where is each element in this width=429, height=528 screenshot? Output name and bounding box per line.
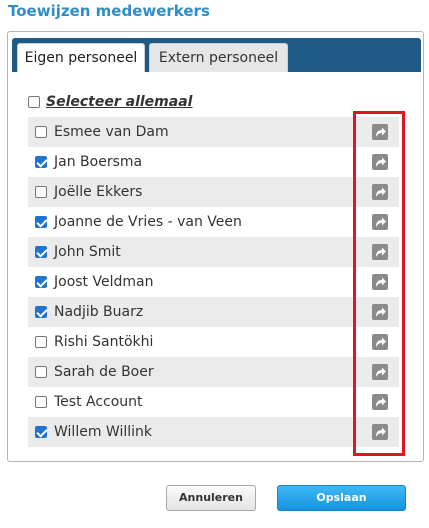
cancel-button[interactable]: Annuleren	[166, 485, 256, 511]
employee-row[interactable]: Esmee van Dam	[28, 117, 399, 147]
share-arrow-icon[interactable]	[372, 274, 388, 290]
employee-name: Joost Veldman	[54, 274, 154, 290]
employee-name: Test Account	[54, 394, 143, 410]
employee-name: Jan Boersma	[54, 154, 143, 170]
share-arrow-icon[interactable]	[372, 364, 388, 380]
employee-name: Esmee van Dam	[54, 124, 169, 140]
select-all-label[interactable]: Selecteer allemaal	[46, 94, 192, 110]
tab-bar: Eigen personeel Extern personeel	[12, 38, 421, 72]
tab-own-staff[interactable]: Eigen personeel	[17, 43, 145, 72]
share-arrow-icon[interactable]	[372, 394, 388, 410]
share-arrow-icon[interactable]	[372, 214, 388, 230]
tab-external-staff[interactable]: Extern personeel	[149, 43, 288, 72]
employee-checkbox[interactable]	[35, 156, 47, 168]
share-arrow-icon[interactable]	[372, 244, 388, 260]
employee-checkbox[interactable]	[35, 126, 47, 138]
employee-checkbox[interactable]	[35, 216, 47, 228]
share-arrow-icon[interactable]	[372, 304, 388, 320]
employee-checkbox[interactable]	[35, 366, 47, 378]
save-button[interactable]: Opslaan	[277, 485, 406, 511]
employee-row[interactable]: Test Account	[28, 387, 399, 417]
employee-name: Rishi Santökhi	[54, 334, 154, 350]
share-arrow-icon[interactable]	[372, 154, 388, 170]
employee-row[interactable]: Willem Willink	[28, 417, 399, 447]
employee-checkbox[interactable]	[35, 186, 47, 198]
employee-checkbox[interactable]	[35, 276, 47, 288]
employee-name: Willem Willink	[54, 424, 152, 440]
share-arrow-icon[interactable]	[372, 424, 388, 440]
employee-checkbox[interactable]	[35, 246, 47, 258]
share-arrow-icon[interactable]	[372, 334, 388, 350]
employee-checkbox[interactable]	[35, 336, 47, 348]
employee-row[interactable]: Joëlle Ekkers	[28, 177, 399, 207]
employee-row[interactable]: Jan Boersma	[28, 147, 399, 177]
employee-row[interactable]: Sarah de Boer	[28, 357, 399, 387]
share-arrow-icon[interactable]	[372, 184, 388, 200]
dialog-title: Toewijzen medewerkers	[8, 2, 210, 20]
employee-name: Nadjib Buarz	[54, 304, 144, 320]
employee-checkbox[interactable]	[35, 426, 47, 438]
assign-employees-dialog: Toewijzen medewerkers Eigen personeel Ex…	[0, 0, 429, 528]
employee-row[interactable]: Joanne de Vries - van Veen	[28, 207, 399, 237]
employee-name: John Smit	[54, 244, 121, 260]
employee-checkbox[interactable]	[35, 306, 47, 318]
share-arrow-icon[interactable]	[372, 124, 388, 140]
employee-row[interactable]: Rishi Santökhi	[28, 327, 399, 357]
employee-name: Joanne de Vries - van Veen	[54, 214, 242, 230]
employee-row[interactable]: John Smit	[28, 237, 399, 267]
employee-row[interactable]: Nadjib Buarz	[28, 297, 399, 327]
employee-name: Sarah de Boer	[54, 364, 154, 380]
select-all-checkbox[interactable]	[28, 96, 40, 108]
employee-checkbox[interactable]	[35, 396, 47, 408]
select-all-row[interactable]: Selecteer allemaal	[28, 92, 192, 112]
employee-name: Joëlle Ekkers	[54, 184, 143, 200]
employee-row[interactable]: Joost Veldman	[28, 267, 399, 297]
employee-list: Esmee van Dam Jan Boersma Joëlle Ekkers Joa…	[28, 117, 399, 447]
